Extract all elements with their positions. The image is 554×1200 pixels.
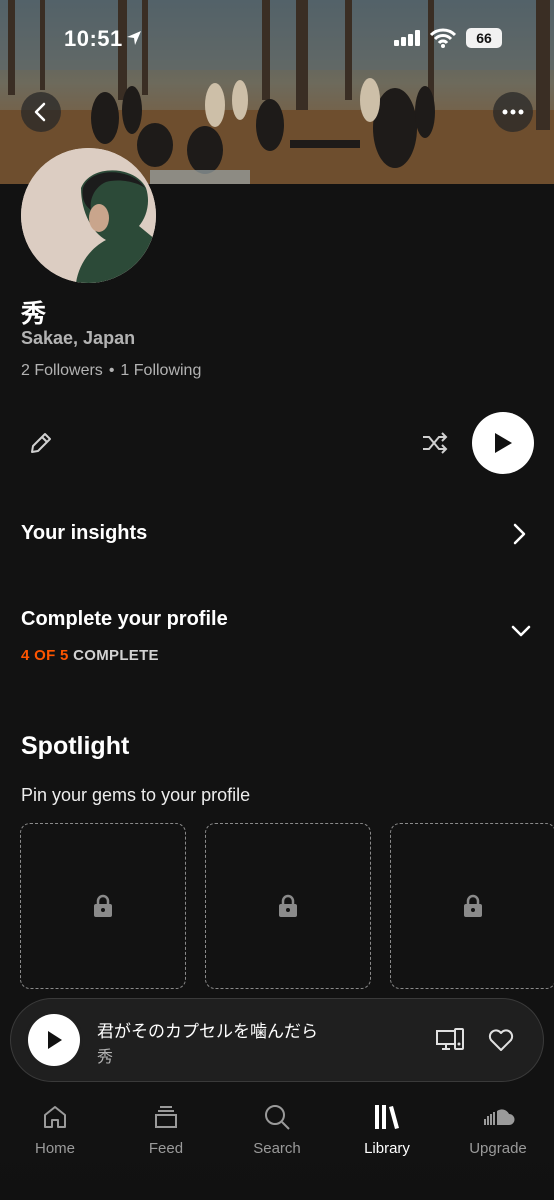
follow-stats: 2 Followers • 1 Following: [21, 362, 201, 380]
followers-link[interactable]: 2 Followers: [21, 362, 103, 379]
tab-label: Library: [364, 1140, 410, 1157]
more-dots-icon: [502, 109, 524, 115]
tab-label: Upgrade: [469, 1140, 527, 1157]
chevron-down-icon[interactable]: [510, 624, 532, 643]
profile-progress: 4 OF 5 COMPLETE: [21, 647, 159, 664]
mini-play-button[interactable]: [28, 1014, 80, 1066]
spotlight-slot[interactable]: [20, 823, 186, 989]
play-profile-button[interactable]: [472, 412, 534, 474]
lock-icon: [94, 894, 112, 917]
cellular-signal-icon: [394, 30, 422, 51]
like-button[interactable]: [487, 1027, 515, 1058]
profile-location: Sakae, Japan: [21, 328, 136, 348]
home-icon: [44, 1106, 66, 1128]
tab-label: Feed: [148, 1140, 184, 1157]
profile-screen: 10:51 66 秀 Sakae, Japan 2 Followers • 1 …: [0, 0, 554, 1200]
cloud-icon: [484, 1109, 515, 1125]
shuffle-icon: [423, 432, 448, 454]
now-playing-artist: 秀: [97, 1049, 114, 1066]
tab-upgrade[interactable]: Upgrade: [453, 1102, 543, 1157]
location-arrow-icon: [126, 30, 142, 51]
tab-library[interactable]: Library: [342, 1102, 432, 1157]
avatar[interactable]: [21, 148, 156, 283]
spotlight-heading: Spotlight: [21, 732, 130, 760]
mini-player[interactable]: 君がそのカプセルを噛んだら 秀: [10, 998, 544, 1082]
shuffle-button[interactable]: [421, 430, 449, 461]
tab-search[interactable]: Search: [232, 1102, 322, 1157]
your-insights-link[interactable]: Your insights: [21, 522, 147, 545]
play-icon: [48, 1031, 62, 1049]
spotlight-slot[interactable]: [390, 823, 554, 989]
profile-name: 秀: [21, 300, 47, 328]
play-icon: [495, 433, 512, 453]
lock-icon: [279, 894, 297, 917]
tab-home[interactable]: Home: [10, 1102, 100, 1157]
tab-feed[interactable]: Feed: [121, 1102, 211, 1157]
bottom-tab-bar: Home Feed Search Library Upgrade: [0, 1090, 554, 1200]
pencil-icon: [31, 433, 51, 453]
complete-profile-toggle[interactable]: Complete your profile: [21, 608, 228, 631]
back-button[interactable]: [21, 92, 61, 132]
tab-label: Search: [253, 1140, 301, 1157]
search-icon: [265, 1105, 290, 1130]
progress-suffix: COMPLETE: [73, 647, 159, 664]
devices-icon: [436, 1028, 464, 1050]
status-bar: 10:51 66: [0, 22, 554, 54]
now-playing-title: 君がそのカプセルを噛んだら: [97, 1022, 318, 1041]
library-icon: [375, 1105, 399, 1129]
chevron-right-icon[interactable]: [510, 522, 528, 551]
status-time: 10:51: [64, 26, 123, 51]
battery-indicator: 66: [466, 28, 502, 48]
separator-dot: •: [108, 362, 115, 379]
progress-count: 4 OF 5: [21, 647, 69, 664]
heart-icon: [488, 1029, 514, 1051]
edit-profile-button[interactable]: [28, 430, 54, 461]
more-options-button[interactable]: [493, 92, 533, 132]
spotlight-slot[interactable]: [205, 823, 371, 989]
feed-icon: [155, 1106, 177, 1128]
devices-button[interactable]: [435, 1027, 465, 1058]
wifi-icon: [429, 28, 457, 53]
lock-icon: [464, 894, 482, 917]
spotlight-subtitle: Pin your gems to your profile: [21, 785, 251, 805]
chevron-left-icon: [34, 102, 46, 122]
tab-label: Home: [34, 1140, 75, 1157]
following-link[interactable]: 1 Following: [120, 362, 201, 379]
